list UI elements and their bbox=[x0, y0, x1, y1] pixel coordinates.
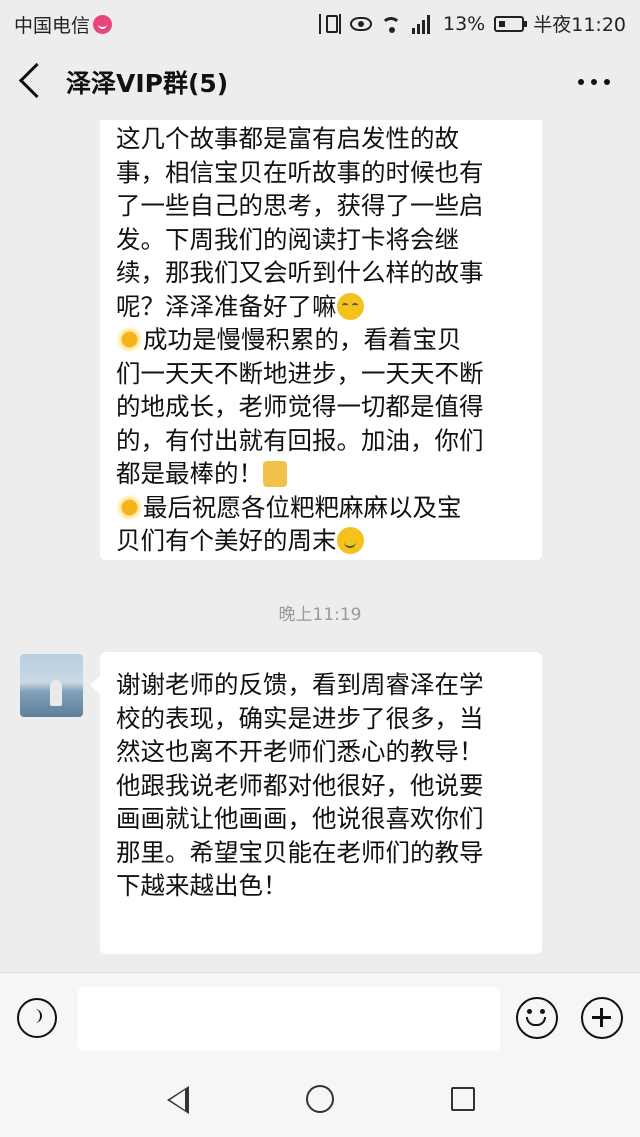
message-line-sun-2: 最后祝愿各位粑粑麻麻以及宝 bbox=[116, 491, 524, 525]
voice-input-icon[interactable] bbox=[17, 998, 57, 1038]
message-line: 谢谢老师的反馈，看到周睿泽在学 bbox=[116, 670, 484, 699]
more-functions-plus-icon[interactable] bbox=[581, 997, 623, 1039]
message-line-text: 贝们有个美好的周末 bbox=[116, 526, 337, 555]
chat-title: 泽泽VIP群(5) bbox=[66, 69, 229, 98]
nav-back-icon[interactable] bbox=[167, 1086, 189, 1114]
emoji-icon[interactable] bbox=[516, 997, 558, 1039]
wifi-icon bbox=[381, 14, 403, 34]
message-line: 下越来越出色！ bbox=[116, 871, 288, 900]
message-line: 这几个故事都是富有启发性的故 bbox=[116, 124, 459, 153]
battery-icon bbox=[494, 15, 528, 32]
clock: 半夜11:20 bbox=[533, 14, 626, 36]
message-line: 发。下周我们的阅读打卡将会继 bbox=[116, 224, 459, 254]
message-line-thumb: 都是最棒的！ bbox=[116, 457, 524, 491]
avatar[interactable] bbox=[20, 654, 83, 717]
message-input[interactable] bbox=[78, 987, 500, 1051]
carrier-badge-icon bbox=[93, 15, 113, 34]
message-line-smile: 贝们有个美好的周末 bbox=[116, 524, 524, 558]
message-line-text: 成功是慢慢积累的，看着宝贝 bbox=[143, 325, 462, 354]
thumbs-up-emoji-icon bbox=[263, 461, 287, 487]
battery-percent: 13% bbox=[443, 12, 486, 35]
message-line: 们一天天不断地进步，一天天不断 bbox=[116, 358, 484, 388]
carrier-name: 中国电信 bbox=[14, 15, 91, 37]
eye-comfort-icon bbox=[350, 16, 372, 31]
more-options-icon[interactable] bbox=[578, 79, 610, 85]
message-line-text: 呢？泽泽准备好了嘛 bbox=[116, 291, 337, 321]
message-line: 事，相信宝贝在听故事的时候也有 bbox=[116, 157, 484, 187]
sun-emoji-icon bbox=[116, 326, 143, 353]
vibrate-icon bbox=[319, 13, 341, 34]
message-line-shy: 呢？泽泽准备好了嘛 bbox=[116, 290, 524, 324]
status-bar: 中国电信 13% 半夜11:20 bbox=[0, 0, 640, 44]
message-bubble[interactable]: 谢谢老师的反馈，看到周睿泽在学 校的表现，确实是进步了很多，当 然这也离不开老师… bbox=[90, 652, 542, 954]
message-line: 的地成长，老师觉得一切都是值得 bbox=[116, 392, 484, 421]
chat-area[interactable]: 这几个故事都是富有启发性的故 事，相信宝贝在听故事的时候也有 了一些自己的思考，… bbox=[0, 120, 640, 972]
message-line: 续，那我们又会听到什么样的故事 bbox=[116, 258, 484, 287]
message-bubble[interactable]: 这几个故事都是富有启发性的故 事，相信宝贝在听故事的时候也有 了一些自己的思考，… bbox=[100, 120, 542, 560]
smile-emoji-icon bbox=[336, 527, 364, 554]
message-line: 画画就让他画画，他说很喜欢你们 bbox=[116, 804, 484, 833]
message-line: 那里。希望宝贝能在老师们的教导 bbox=[116, 837, 484, 867]
carrier-info: 中国电信 bbox=[14, 11, 113, 38]
message-line-text: 最后祝愿各位粑粑麻麻以及宝 bbox=[143, 492, 462, 522]
sun-emoji-icon bbox=[116, 493, 143, 521]
message-line: 然这也离不开老师们悉心的教导！ bbox=[116, 737, 484, 766]
nav-recents-icon[interactable] bbox=[451, 1087, 475, 1111]
message-line-sun-1: 成功是慢慢积累的，看着宝贝 bbox=[116, 323, 524, 357]
message-line-text: 都是最棒的！ bbox=[116, 459, 263, 488]
message-timestamp: 晚上11:19 bbox=[278, 605, 362, 625]
message-line: 他跟我说老师都对他很好，他说要 bbox=[116, 770, 484, 800]
input-bar bbox=[0, 972, 640, 1065]
message-line: 的，有付出就有回报。加油，你们 bbox=[116, 425, 484, 455]
chat-header: 泽泽VIP群(5) bbox=[0, 44, 640, 120]
shy-emoji-icon bbox=[336, 292, 364, 320]
message-line: 了一些自己的思考，获得了一些启 bbox=[116, 191, 484, 220]
system-nav-bar bbox=[0, 1064, 640, 1137]
status-icons: 13% 半夜11:20 bbox=[319, 10, 626, 37]
back-arrow-icon[interactable] bbox=[18, 62, 55, 99]
nav-home-icon[interactable] bbox=[306, 1085, 334, 1113]
message-line: 校的表现，确实是进步了很多，当 bbox=[116, 703, 484, 733]
signal-icon bbox=[412, 14, 434, 34]
